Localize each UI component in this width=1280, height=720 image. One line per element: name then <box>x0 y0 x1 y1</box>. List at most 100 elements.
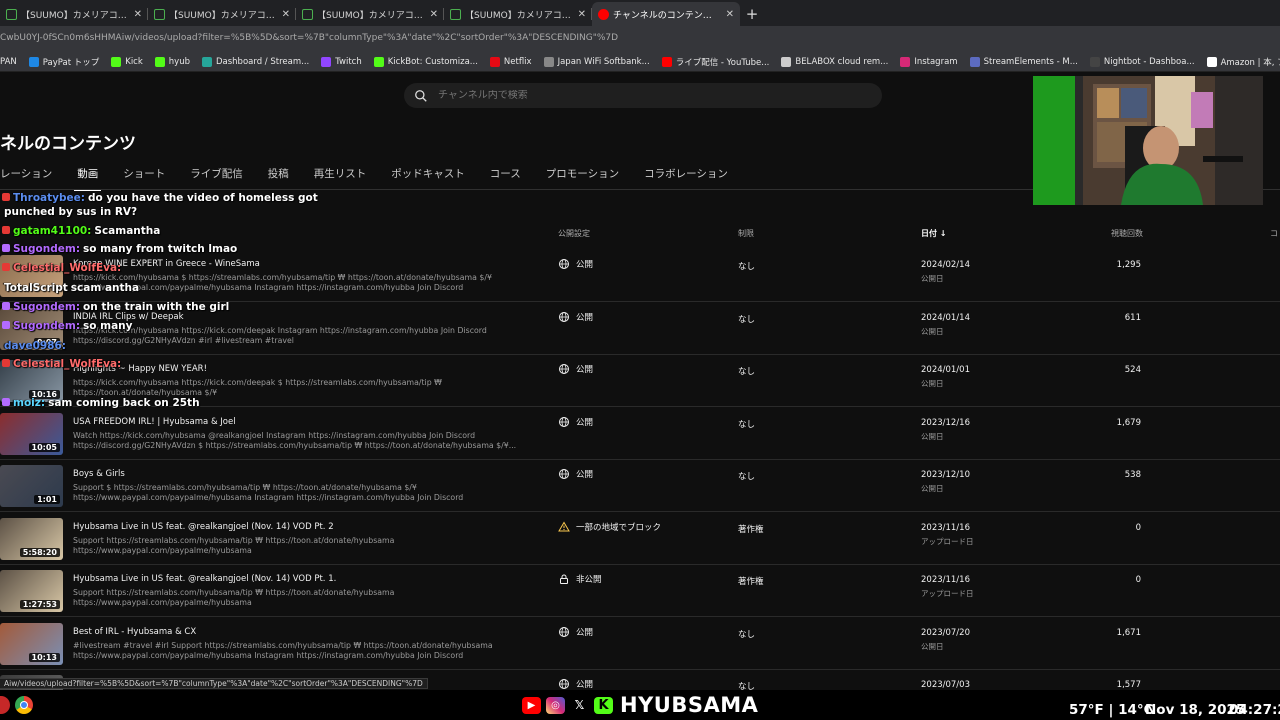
column-date[interactable]: 日付 ↓ <box>921 228 947 239</box>
bookmark-favicon-icon <box>321 56 332 67</box>
bookmark-item[interactable]: Netflix <box>489 56 532 67</box>
tab-8[interactable]: プロモーション <box>546 166 619 190</box>
close-icon[interactable]: ✕ <box>282 9 290 20</box>
bookmark-favicon-icon <box>28 56 39 67</box>
restriction-cell[interactable]: なし <box>738 470 755 482</box>
video-thumbnail[interactable]: 10:05 <box>0 412 63 455</box>
channel-search-box[interactable] <box>404 83 882 108</box>
bookmark-item[interactable]: KickBot: Customiza... <box>373 56 478 67</box>
tab-0[interactable]: レーション <box>0 166 52 190</box>
chat-badge-icon <box>2 359 10 367</box>
new-tab-plus-icon[interactable]: + <box>740 2 764 26</box>
address-bar[interactable]: CwbU0YJ-0fSCn0m6sHHMAiw/videos/upload?fi… <box>0 26 1280 52</box>
browser-tab[interactable]: 【SUUMO】カメリアコート 新宿（ ✕ <box>148 2 296 26</box>
tab-9[interactable]: コラボレーション <box>644 166 728 190</box>
tab-3[interactable]: ライブ配信 <box>190 166 243 190</box>
tab-title: 【SUUMO】カメリアコート 新宿（ <box>169 10 276 21</box>
video-thumbnail[interactable]: 1:27:53 <box>0 570 63 612</box>
url-text[interactable]: CwbU0YJ-0fSCn0m6sHHMAiw/videos/upload?fi… <box>0 33 618 43</box>
chat-username: Throatybee: <box>13 192 85 204</box>
bookmark-item[interactable]: PayPat トップ <box>28 56 99 68</box>
table-row[interactable]: 10:13 Best of IRL - Hyubsama & CX #livestr… <box>0 618 1280 670</box>
visibility-cell[interactable]: 公開 <box>558 626 593 638</box>
visibility-cell[interactable]: 一部の地域でブロック <box>558 521 661 533</box>
visibility-cell[interactable]: 公開 <box>558 363 593 375</box>
visibility-cell[interactable]: 非公開 <box>558 573 602 585</box>
chat-badge-icon <box>2 226 10 234</box>
video-title[interactable]: Hyubsama Live in US feat. @realkangjoel … <box>73 574 336 584</box>
table-row[interactable]: Korean WINE EXPERT in Greece - WineSama h… <box>0 250 1280 302</box>
browser-tab[interactable]: 【SUUMO】カメリアコート新宿（グ ✕ <box>0 2 148 26</box>
restriction-cell[interactable]: 著作権 <box>738 575 764 587</box>
x-icon: 𝕏 <box>570 696 589 714</box>
bookmark-item[interactable]: StreamElements - M... <box>969 56 1078 67</box>
close-icon[interactable]: ✕ <box>134 9 142 20</box>
video-thumbnail[interactable]: 5:58:20 <box>0 517 63 560</box>
bookmark-label: Twitch <box>335 56 362 67</box>
restriction-cell[interactable]: なし <box>738 418 755 430</box>
bookmark-item[interactable]: Instagram <box>900 56 958 67</box>
visibility-cell[interactable]: 公開 <box>558 311 593 323</box>
visibility-label: 公開 <box>576 470 594 480</box>
tab-2[interactable]: ショート <box>123 166 165 190</box>
bookmark-item[interactable]: ライブ配信 - YouTube... <box>661 56 769 68</box>
visibility-cell[interactable]: 公開 <box>558 678 593 690</box>
bookmark-item[interactable]: Twitch <box>321 56 362 67</box>
close-icon[interactable]: ✕ <box>430 9 438 20</box>
app-icon[interactable] <box>0 696 10 714</box>
bookmark-item[interactable]: BELABOX cloud rem... <box>781 56 888 67</box>
bookmark-item[interactable]: Amazon | 本, ファッシ... <box>1206 56 1280 68</box>
table-row[interactable]: 5:58:20 Hyubsama Live in US feat. @realka… <box>0 513 1280 565</box>
visibility-label: 非公開 <box>576 575 602 585</box>
tab-7[interactable]: コース <box>490 166 521 190</box>
chat-message: Throatybee: do you have the video of home… <box>2 192 318 204</box>
tab-6[interactable]: ポッドキャスト <box>391 166 465 190</box>
bookmark-item[interactable]: hyub <box>154 56 190 67</box>
restriction-cell[interactable]: なし <box>738 628 755 640</box>
bookmark-item[interactable]: Japan WiFi Softbank... <box>543 56 650 67</box>
bookmark-item[interactable]: Nightbot - Dashboa... <box>1089 56 1195 67</box>
browser-tab[interactable]: 【SUUMO】カメリアコート 新宿（ソ ✕ <box>296 2 444 26</box>
bookmark-item[interactable]: PAN <box>0 57 17 67</box>
bookmark-item[interactable]: Kick <box>111 56 143 67</box>
column-restrictions[interactable]: 制限 <box>738 228 754 239</box>
close-icon[interactable]: ✕ <box>578 9 586 20</box>
bookmark-favicon-icon <box>900 56 911 67</box>
video-title[interactable]: USA FREEDOM IRL! | Hyubsama & Joel <box>73 417 236 427</box>
chat-badge-icon <box>2 302 10 310</box>
search-input[interactable] <box>438 90 838 101</box>
table-row[interactable]: 1:27:53 Hyubsama Live in US feat. @realka… <box>0 565 1280 617</box>
restriction-cell[interactable]: なし <box>738 260 755 272</box>
table-row[interactable]: 1:01 Boys & Girls Support $ https://stream… <box>0 460 1280 512</box>
browser-tab[interactable]: チャンネルのコンテンツ - YouTube S ✕ <box>592 2 740 26</box>
restriction-cell[interactable]: なし <box>738 313 755 325</box>
column-visibility[interactable]: 公開設定 <box>558 228 590 239</box>
video-title[interactable]: Best of IRL - Hyubsama & CX <box>73 627 196 637</box>
video-thumbnail[interactable]: 1:01 <box>0 465 63 507</box>
browser-tab[interactable]: 【SUUMO】カメリアコート 新宿（ ✕ <box>444 2 592 26</box>
video-title[interactable]: Boys & Girls <box>73 469 125 479</box>
views-cell: 1,577 <box>1116 680 1141 690</box>
chat-message: Celestial_WolfEva: <box>2 262 124 274</box>
chrome-icon[interactable] <box>15 696 33 714</box>
restriction-cell[interactable]: 著作権 <box>738 523 764 535</box>
video-thumbnail[interactable]: 10:13 <box>0 622 63 665</box>
tab-4[interactable]: 投稿 <box>268 166 289 190</box>
visibility-cell[interactable]: 公開 <box>558 468 593 480</box>
globe-icon <box>559 416 569 427</box>
visibility-cell[interactable]: 公開 <box>558 258 593 270</box>
tab-5[interactable]: 再生リスト <box>314 166 367 190</box>
column-views[interactable]: 視聴回数 <box>1111 228 1143 239</box>
visibility-cell[interactable]: 公開 <box>558 416 593 428</box>
column-comments[interactable]: コ <box>1270 228 1278 239</box>
close-icon[interactable]: ✕ <box>726 9 734 20</box>
search-icon[interactable] <box>414 89 428 103</box>
date-status: 公開日 <box>921 641 944 651</box>
video-description: https://kick.com/hyubsama https://kick.c… <box>73 325 487 345</box>
youtube-studio-favicon-icon <box>598 8 609 20</box>
restriction-cell[interactable]: なし <box>738 365 755 377</box>
bookmark-item[interactable]: Dashboard / Stream... <box>201 56 309 67</box>
tab-1[interactable]: 動画 <box>74 166 102 191</box>
video-title[interactable]: Hyubsama Live in US feat. @realkangjoel … <box>73 522 334 532</box>
table-row[interactable]: 10:05 USA FREEDOM IRL! | Hyubsama & Joel W… <box>0 408 1280 460</box>
